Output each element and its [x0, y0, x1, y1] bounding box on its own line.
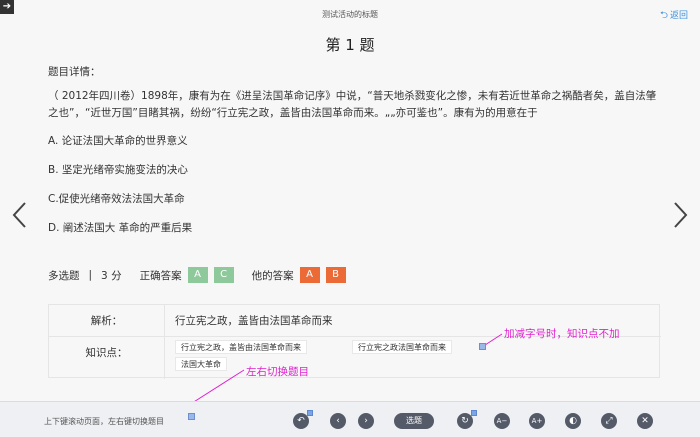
- back-label: 返回: [669, 11, 688, 21]
- question-type: 多选题: [48, 269, 80, 282]
- option-a: A. 论证法国大革命的世界意义: [48, 135, 188, 147]
- close-icon[interactable]: ✕: [637, 413, 653, 429]
- question-score: 3 分: [101, 269, 122, 282]
- answer-row: 多选题 | 3 分 正确答案 A C 他的答案 A B: [48, 266, 346, 284]
- font-increase-icon[interactable]: A+: [529, 413, 545, 429]
- student-answer-badge: A: [299, 267, 320, 283]
- analysis-text: 行立宪之政，盖皆由法国革命而来: [175, 315, 333, 327]
- back-button[interactable]: ⮌ 返回: [660, 8, 688, 25]
- correct-answer-badge: C: [213, 267, 234, 283]
- bottom-toolbar: 上下键滚动页面，左右键切换题目 ↶ ‹ › 选题 ↻ A− A+ ◐ ⤢ ✕: [0, 401, 700, 437]
- contrast-icon[interactable]: ◐: [565, 413, 581, 429]
- correct-answer-label: 正确答案: [139, 269, 182, 282]
- refresh-icon[interactable]: ↻: [457, 410, 477, 429]
- option-c: C.促使光绪帝效法法国大革命: [48, 193, 185, 205]
- next-icon[interactable]: ›: [358, 413, 374, 429]
- font-decrease-icon[interactable]: A−: [494, 413, 510, 429]
- select-question-button[interactable]: 选题: [394, 413, 434, 429]
- student-answer-badge: B: [325, 267, 346, 283]
- hint-marker: [188, 413, 195, 420]
- detail-label: 题目详情：: [48, 66, 101, 78]
- question-text: （ 2012年四川卷）1898年，康有为在《进呈法国革命记序》中说，“普天地杀戮…: [48, 90, 657, 119]
- knowledge-tag: 行立宪之政，盖皆由法国革命而来: [175, 340, 307, 354]
- switch-annotation: 左右切换题目: [246, 366, 309, 378]
- analysis-label: 解析：: [90, 315, 123, 327]
- font-size-annotation: 加减字号时，知识点不加: [504, 328, 620, 340]
- student-answer-label: 他的答案: [251, 269, 294, 282]
- question-body: 题目详情： （ 2012年四川卷）1898年，康有为在《进呈法国革命记序》中说，…: [48, 64, 658, 250]
- undo-icon[interactable]: ↶: [293, 410, 313, 429]
- activity-title: 测试活动的标题: [322, 10, 378, 19]
- knowledge-tag: 法国大革命: [175, 357, 227, 371]
- return-arrow-icon: ⮌: [659, 10, 668, 21]
- keyboard-hint: 上下键滚动页面，左右键切换题目: [44, 417, 164, 426]
- question-heading: 第 1 题: [325, 36, 375, 54]
- prev-icon[interactable]: ‹: [330, 413, 346, 429]
- annotation-marker: [479, 343, 486, 350]
- option-d: D. 阐述法国大 革命的严重后果: [48, 222, 193, 234]
- chevron-right-icon[interactable]: [670, 200, 690, 230]
- knowledge-label: 知识点：: [85, 347, 128, 359]
- chevron-left-icon[interactable]: [10, 200, 30, 230]
- separator: |: [88, 269, 93, 281]
- knowledge-tag: 行立宪之政法国革命而来: [352, 340, 452, 354]
- fullscreen-icon[interactable]: ⤢: [601, 413, 617, 429]
- option-b: B. 坚定光绪帝实施变法的决心: [48, 164, 188, 176]
- correct-answer-badge: A: [187, 267, 208, 283]
- top-bar: ➔ 测试活动的标题 ⮌ 返回: [0, 0, 700, 30]
